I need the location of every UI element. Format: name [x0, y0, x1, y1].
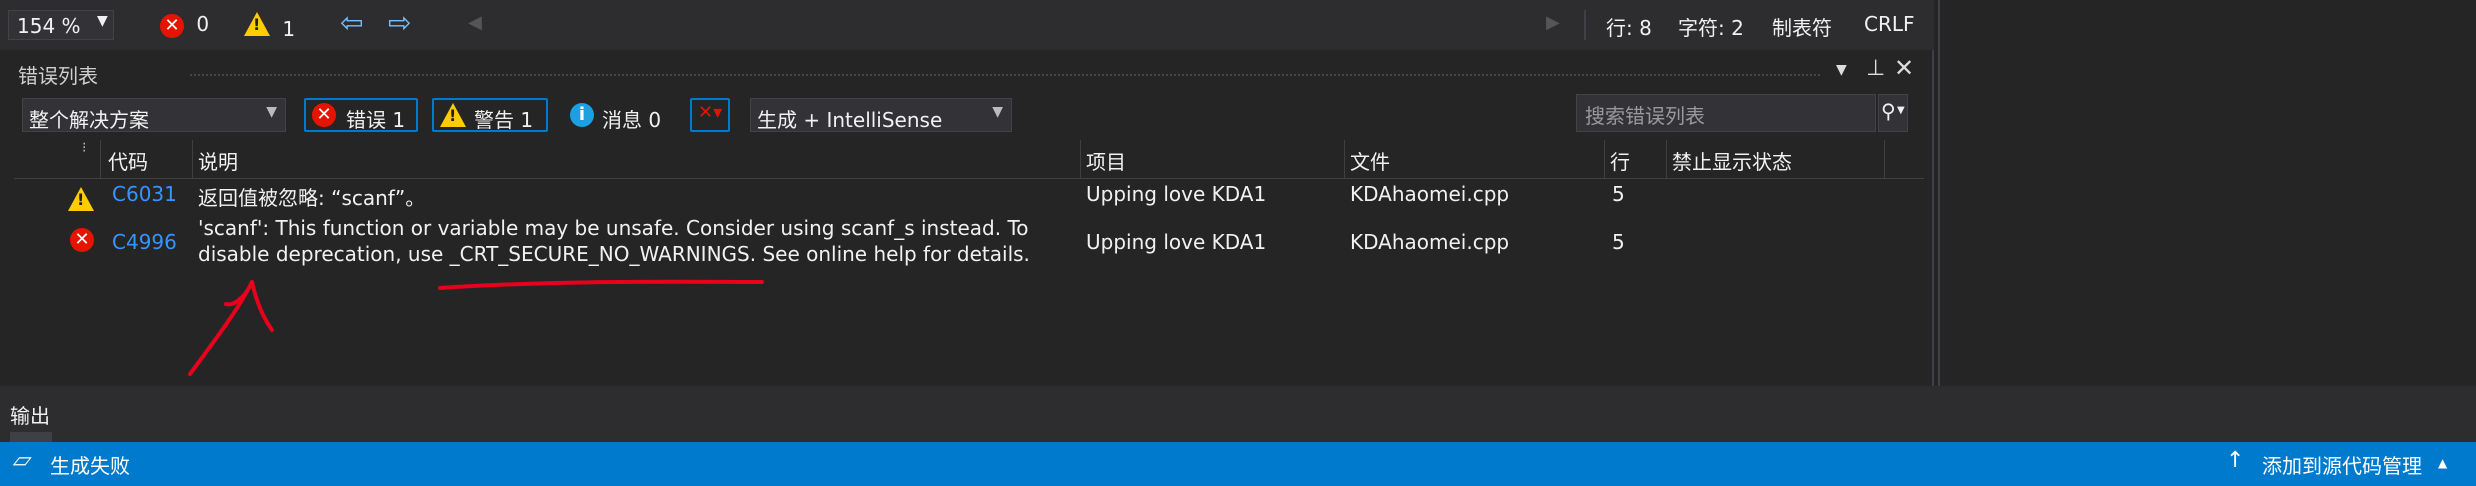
add-to-source-control-button[interactable]: 添加到源代码管理: [2262, 450, 2422, 479]
output-tab-strip: [0, 386, 2476, 442]
output-tab-indicator: [10, 432, 52, 442]
annotation-arrow: [188, 280, 274, 376]
caret-up-icon[interactable]: ▲: [2438, 456, 2447, 470]
status-bar: [0, 442, 2476, 486]
annotation-underline: [438, 279, 764, 290]
arrow-up-icon: ↑: [2226, 448, 2245, 473]
build-status-text: 生成失败: [50, 454, 130, 478]
output-tab[interactable]: 输出: [10, 400, 50, 429]
